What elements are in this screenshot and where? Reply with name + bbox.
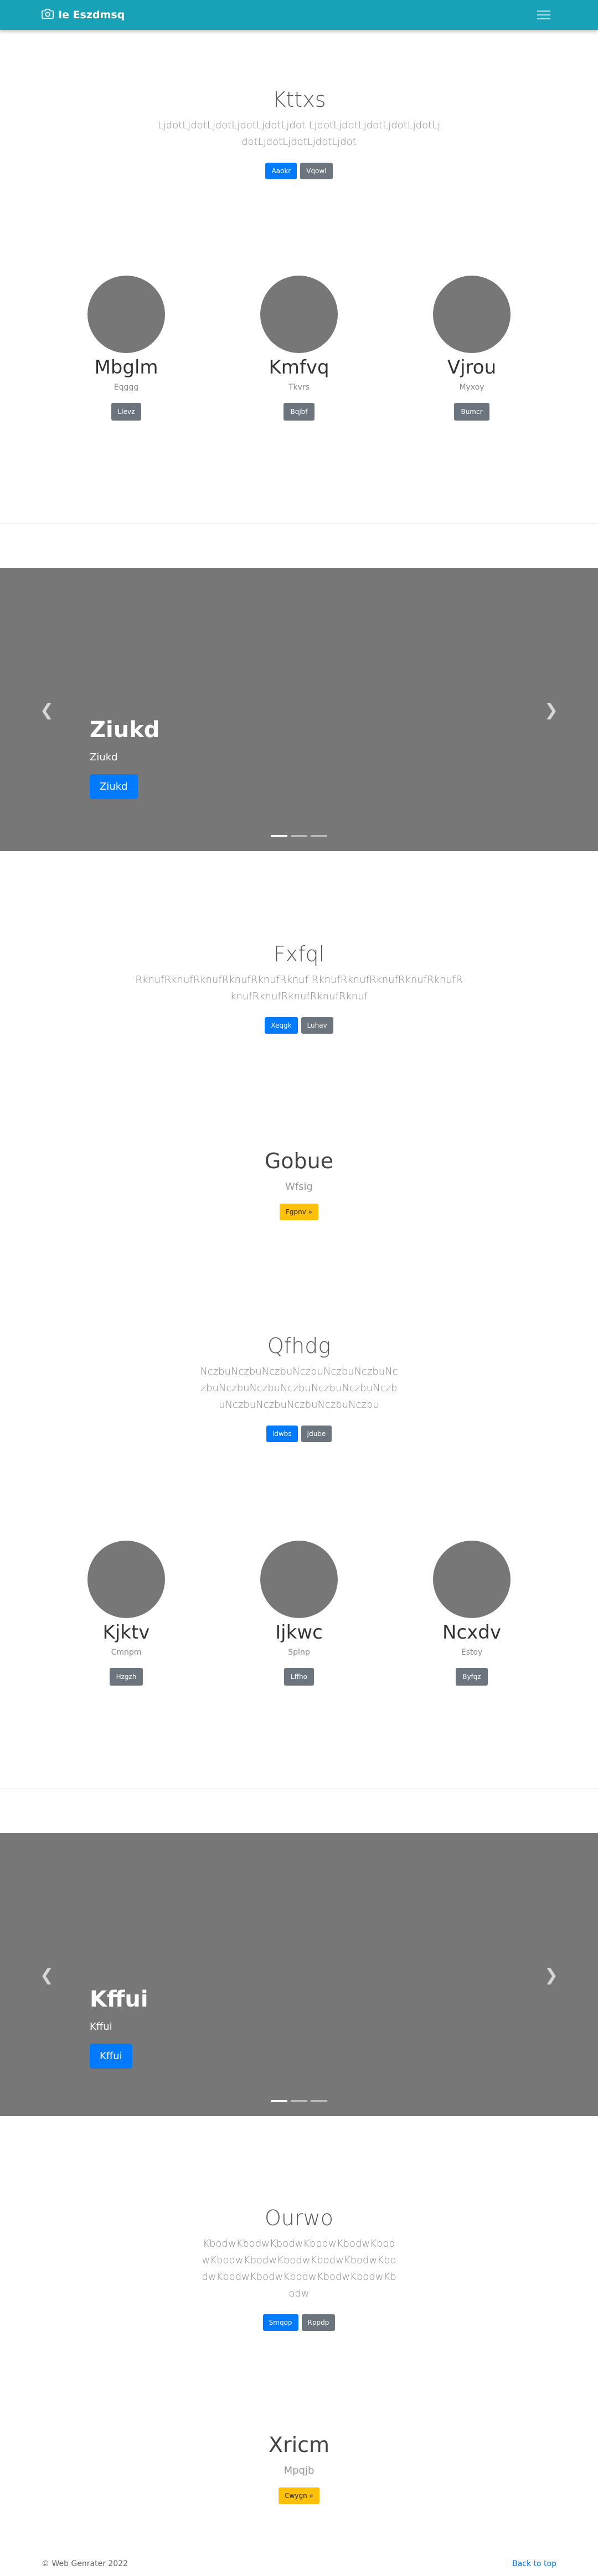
carousel-subtitle: Kffui [90,2021,112,2033]
placeholder-image [433,1541,511,1618]
feature-column: Ijkwc Splnp Lffho [260,1541,338,1686]
column-title: Kmfvq [269,356,329,379]
column-subtitle: Tkvrs [288,383,310,392]
navbar-brand[interactable]: Ie Eszdmsq [42,8,125,23]
column-title: Kjktv [102,1621,150,1644]
indicator[interactable] [311,2100,327,2102]
carousel-indicators [0,835,598,837]
feature-column: Kmfvq Tkvrs Bqjbf [260,276,338,421]
column-button[interactable]: Bumcr [454,403,489,421]
indicator[interactable] [271,2100,287,2102]
chevron-left-icon[interactable]: ❮ [40,701,54,720]
jumbotron-3: Qfhdg NczbuNczbuNczbuNczbuNczbuNczbuNczb… [0,1334,598,1442]
jumbotron-lead: RknufRknufRknufRknufRknufRknuf RknufRknu… [135,974,463,1002]
placeholder-image [87,276,165,353]
column-button[interactable]: Byfqz [456,1668,488,1686]
jumbotron-4: Ourwo KbodwKbodwKbodwKbodwKbodwKbodwKbod… [0,2206,598,2331]
column-title: Ncxdv [442,1621,501,1644]
column-subtitle: Myxoy [459,383,484,392]
jumbotron-title: Ourwo [265,2206,333,2230]
copyright-text: © Web Genrater 2022 [42,2559,128,2568]
carousel-indicators [0,2100,598,2102]
column-button[interactable]: Hzgzh [109,1668,143,1686]
camera-icon [42,8,54,23]
feature-columns-2: Kjktv Cmnpm Hzgzh Ijkwc Splnp Lffho Ncxd… [0,1541,598,1686]
primary-button[interactable]: Aaokr [265,163,297,179]
chevron-right-icon[interactable]: ❯ [544,701,558,720]
feature-column: Ncxdv Estoy Byfqz [433,1541,511,1686]
heading-block-2: Xricm Mpqjb Cwygn » [0,2433,598,2504]
jumbotron-2: Fxfql RknufRknufRknufRknufRknufRknuf Rkn… [0,942,598,1034]
feature-column: Kjktv Cmnpm Hzgzh [87,1541,165,1686]
placeholder-image [433,276,511,353]
carousel-subtitle: Ziukd [90,751,118,763]
column-title: Ijkwc [275,1621,323,1644]
feature-columns-1: Mbglm Eqggg Llevz Kmfvq Tkvrs Bqjbf Vjro… [0,276,598,421]
jumbotron-lead: KbodwKbodwKbodwKbodwKbodwKbodwKbodwKbodw… [202,2238,396,2299]
back-to-top-link[interactable]: Back to top [512,2559,556,2576]
secondary-button[interactable]: Jdube [301,1426,332,1442]
indicator[interactable] [291,835,307,837]
carousel-button[interactable]: Kffui [90,2044,132,2069]
footer: © Web Genrater 2022 Back to top [0,2559,598,2576]
jumbotron-lead: NczbuNczbuNczbuNczbuNczbuNczbuNczbuNczbu… [200,1366,398,1411]
column-button[interactable]: Lffho [284,1668,314,1686]
jumbotron-lead: LjdotLjdotLjdotLjdotLjdotLjdot LjdotLjdo… [157,120,441,148]
chevron-left-icon[interactable]: ❮ [40,1966,54,1985]
primary-button[interactable]: Idwbs [266,1426,298,1442]
feature-column: Mbglm Eqggg Llevz [87,276,165,421]
indicator[interactable] [271,835,287,837]
secondary-button[interactable]: Rppdp [301,2314,336,2331]
jumbotron-title: Qfhdg [267,1334,331,1358]
navbar-toggler[interactable] [531,6,556,24]
navbar: Ie Eszdmsq [0,0,598,30]
column-subtitle: Cmnpm [111,1648,142,1657]
carousel-title: Ziukd [90,717,160,743]
secondary-button[interactable]: Vqowl [300,163,333,179]
column-title: Vjrou [447,356,497,379]
carousel-caption: Ziukd Ziukd Ziukd [90,717,159,799]
carousel-button[interactable]: Ziukd [90,774,138,799]
jumbotron-title: Fxfql [273,942,325,966]
jumbotron-title: Kttxs [272,87,326,112]
feature-column: Vjrou Myxoy Bumcr [433,276,511,421]
carousel-2: ❮ ❯ Kffui Kffui Kffui [0,1833,598,2116]
column-subtitle: Splnp [288,1648,310,1657]
column-button[interactable]: Llevz [111,403,142,421]
heading-title: Gobue [264,1149,334,1173]
primary-button[interactable]: Xeqgk [265,1017,298,1034]
indicator[interactable] [311,835,327,837]
column-button[interactable]: Bqjbf [283,403,315,421]
column-subtitle: Eqggg [114,383,139,392]
heading-block-1: Gobue Wfsig Fgpnv » [0,1149,598,1220]
carousel-title: Kffui [90,1987,148,2012]
carousel-1: ❮ ❯ Ziukd Ziukd Ziukd [0,568,598,851]
placeholder-image [260,276,338,353]
column-title: Mbglm [94,356,158,379]
warning-button[interactable]: Fgpnv » [280,1204,318,1220]
column-subtitle: Estoy [461,1648,483,1657]
placeholder-image [260,1541,338,1618]
placeholder-image [87,1541,165,1618]
primary-button[interactable]: Smqop [262,2314,298,2331]
heading-subtitle: Wfsig [285,1181,313,1193]
hamburger-icon [537,11,550,12]
indicator[interactable] [291,2100,307,2102]
brand-label: Ie Eszdmsq [58,9,125,21]
heading-title: Xricm [268,2433,330,2457]
warning-button[interactable]: Cwygn » [279,2487,319,2504]
heading-subtitle: Mpqjb [283,2465,315,2476]
carousel-caption: Kffui Kffui Kffui [90,1987,148,2069]
secondary-button[interactable]: Luhav [301,1017,333,1034]
chevron-right-icon[interactable]: ❯ [544,1966,558,1985]
jumbotron-1: Kttxs LjdotLjdotLjdotLjdotLjdotLjdot Ljd… [0,87,598,179]
